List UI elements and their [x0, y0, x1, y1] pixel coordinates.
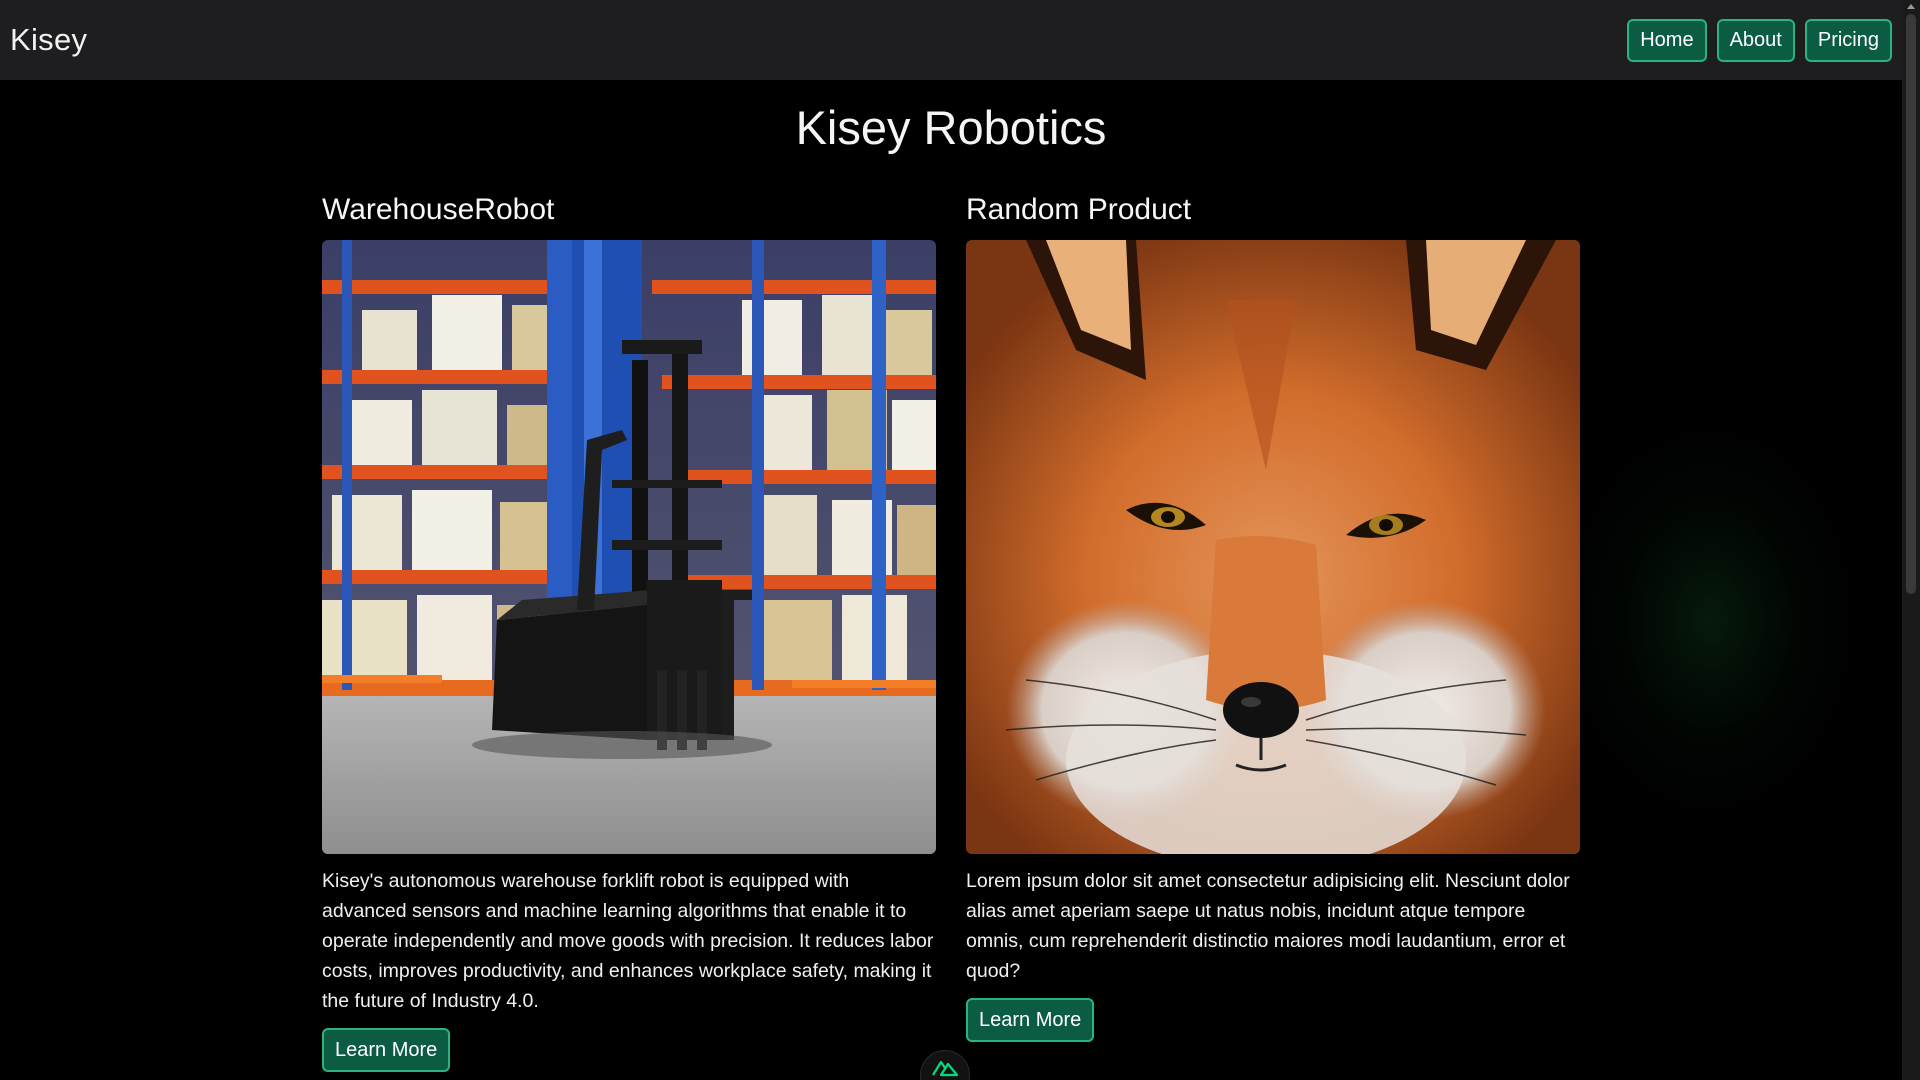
product-card-warehouse-robot: WarehouseRobot Kisey's autonomous wareho… — [322, 190, 936, 1072]
nuxt-logo-icon — [932, 1060, 958, 1077]
vertical-scrollbar[interactable] — [1902, 0, 1920, 1080]
fox-image — [966, 240, 1580, 854]
warehouse-robot-image — [322, 240, 936, 854]
product-description: Kisey's autonomous warehouse forklift ro… — [322, 870, 934, 1012]
nav-about-button[interactable]: About — [1716, 18, 1795, 62]
nav-links: Home About Pricing — [1627, 18, 1892, 62]
product-card-random-product: Random Product Lorem ipsum dolor sit ame… — [966, 190, 1580, 1042]
learn-more-button[interactable]: Learn More — [322, 1028, 451, 1072]
nav-home-button[interactable]: Home — [1627, 18, 1707, 62]
page: Kisey Home About Pricing Kisey Robotics … — [0, 0, 1920, 1080]
page-title: Kisey Robotics — [795, 101, 1107, 154]
product-title: WarehouseRobot — [322, 193, 555, 226]
scrollbar-thumb[interactable] — [1906, 14, 1916, 594]
product-description: Lorem ipsum dolor sit amet consectetur a… — [966, 870, 1570, 982]
product-title: Random Product — [966, 193, 1192, 226]
brand-logo[interactable]: Kisey — [10, 22, 87, 58]
background-glow — [1560, 420, 1860, 820]
nav-pricing-button[interactable]: Pricing — [1804, 18, 1892, 62]
navbar: Kisey Home About Pricing — [0, 0, 1902, 80]
scroll-up-arrow-icon[interactable] — [1907, 4, 1915, 9]
learn-more-button[interactable]: Learn More — [966, 998, 1095, 1042]
